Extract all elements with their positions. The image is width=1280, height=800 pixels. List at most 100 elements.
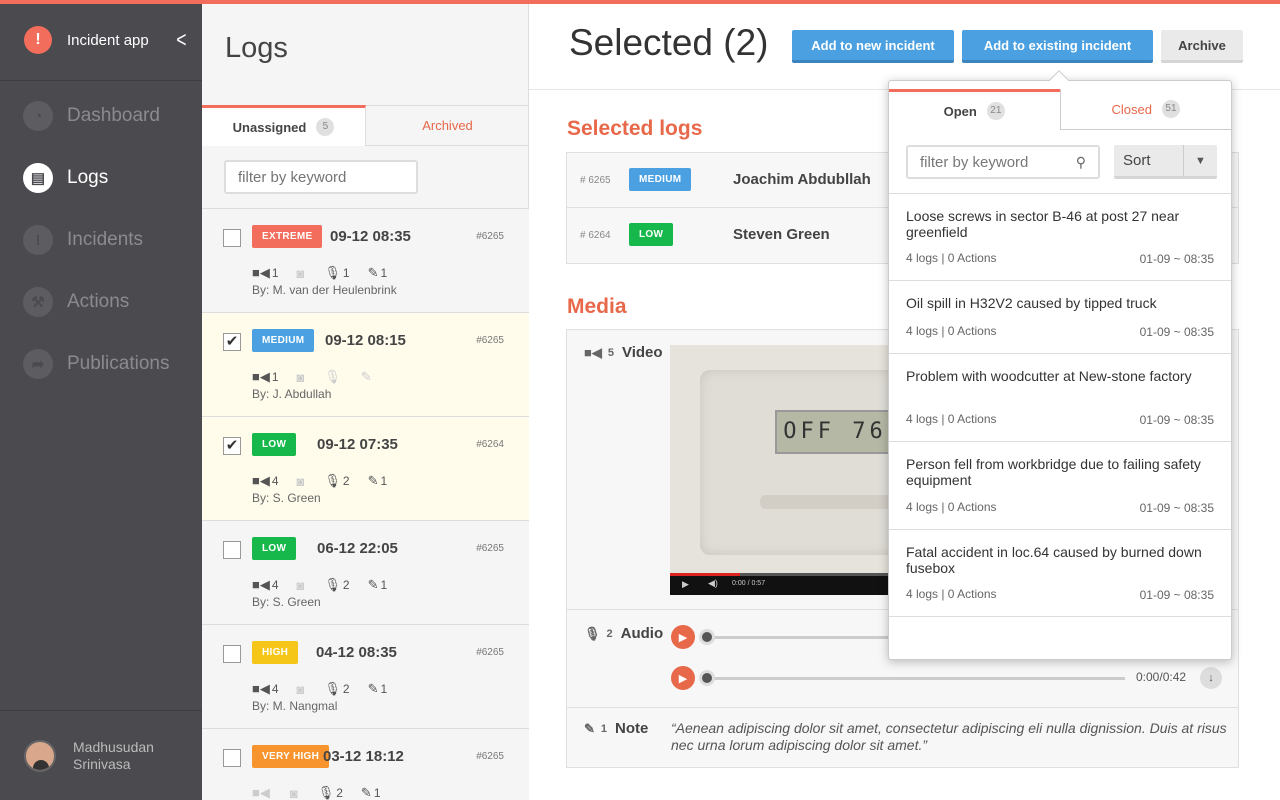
pencil-icon: ✎ (360, 369, 372, 384)
sort-dropdown[interactable]: Sort ▼ (1114, 145, 1217, 179)
incident-item[interactable]: Oil spill in H32V2 caused by tipped truc… (889, 280, 1231, 353)
incident-title: Problem with woodcutter at New-stone fac… (906, 368, 1192, 384)
video-time: 0:00 / 0:57 (732, 580, 766, 587)
log-list-item[interactable]: ✔ MEDIUM 09-12 08:15 #6265 ■◀ 1 ◙ 🎙 ✎ By: J. Abdu… (202, 312, 529, 416)
log-author: By: J. Abdullah (252, 387, 332, 401)
incident-item[interactable]: Fatal accident in loc.64 caused by burne… (889, 529, 1231, 616)
tab-closed[interactable]: Closed 51 (1059, 89, 1231, 130)
incident-stats: 4 logs | 0 Actions (906, 324, 997, 338)
tab-unassigned[interactable]: Unassigned 5 (202, 105, 366, 146)
audio-play-button[interactable]: ▶ (671, 625, 695, 649)
count: 1 (380, 474, 388, 488)
nav-label: Publications (67, 353, 170, 374)
add-to-existing-incident-button[interactable]: Add to existing incident (962, 30, 1153, 63)
video-count: ■◀ 1 (252, 265, 279, 281)
tab-label: Open (943, 103, 977, 119)
nav-item-incidents[interactable]: ! Incidents (0, 209, 202, 271)
log-media-counts: ■◀ 1 ◙ 🎙 1 ✎ 1 (252, 265, 405, 281)
incident-stats: 4 logs | 0 Actions (906, 412, 997, 426)
note-label: ✎ 1 Note (584, 720, 648, 737)
count: 2 (342, 578, 350, 592)
nav-item-actions[interactable]: ⚒ Actions (0, 271, 202, 333)
log-checkbox[interactable] (223, 645, 241, 663)
dashboard-icon: ◔ (23, 101, 53, 131)
sort-label: Sort (1123, 152, 1151, 169)
log-list-item[interactable]: HIGH 04-12 08:35 #6265 ■◀ 4 ◙ 🎙 2 ✎ 1 By: M. Nangm… (202, 624, 529, 728)
search-placeholder: filter by keyword (920, 153, 1029, 171)
nav-item-logs[interactable]: ▤ Logs (0, 147, 202, 209)
count: 1 (342, 266, 350, 280)
log-checkbox[interactable]: ✔ (223, 333, 241, 351)
user-profile[interactable]: Madhusudan Srinivasa (0, 710, 202, 800)
note-count: ✎ 1 (368, 577, 388, 593)
audio-count: 🎙 2 (324, 681, 349, 697)
video-controls: ▶ ◀) 0:00 / 0:57 (670, 573, 910, 595)
log-list-item[interactable]: VERY HIGH 03-12 18:12 #6265 ■◀ ◙ 🎙 2 ✎ 1 (202, 728, 529, 800)
log-checkbox[interactable] (223, 749, 241, 767)
logs-filter-input[interactable] (224, 160, 418, 194)
tab-archived[interactable]: Archived (366, 105, 529, 146)
collapse-sidebar-icon[interactable]: < (176, 27, 186, 53)
audio-track[interactable] (705, 677, 1125, 680)
severity-badge: LOW (252, 537, 297, 560)
tab-open[interactable]: Open 21 (889, 89, 1060, 130)
log-list-item[interactable]: ✔ LOW 09-12 07:35 #6264 ■◀ 4 ◙ 🎙 2 ✎ 1 By: S. Green (202, 416, 529, 520)
log-media-counts: ■◀ 1 ◙ 🎙 ✎ (252, 369, 392, 385)
count: 4 (271, 578, 279, 592)
photo-count: ◙ (290, 786, 300, 800)
audio-play-button[interactable]: ▶ (671, 666, 695, 690)
note-count: ✎ 1 (368, 473, 388, 489)
note-label-text: Note (615, 720, 649, 737)
exclamation-icon: ! (23, 225, 53, 255)
log-list-item[interactable]: LOW 06-12 22:05 #6265 ■◀ 4 ◙ 🎙 2 ✎ 1 By: S. Green (202, 520, 529, 624)
log-checkbox[interactable] (223, 541, 241, 559)
camera-icon: ◙ (289, 785, 298, 800)
play-icon[interactable]: ▶ (682, 579, 689, 590)
nav-item-dashboard[interactable]: ◔ Dashboard (0, 85, 202, 147)
pencil-icon: ✎ (367, 681, 379, 696)
count-badge: 5 (316, 118, 335, 136)
chevron-down-icon: ▼ (1183, 145, 1217, 176)
download-icon[interactable]: ↓ (1200, 667, 1222, 689)
video-count: ■◀ 4 (252, 577, 279, 593)
log-checkbox[interactable] (223, 229, 241, 247)
log-list: EXTREME 09-12 08:35 #6265 ■◀ 1 ◙ 🎙 1 ✎ 1 By: M. va… (202, 208, 529, 800)
audio-scrubber[interactable] (699, 670, 715, 686)
log-checkbox[interactable]: ✔ (223, 437, 241, 455)
nav-label: Actions (67, 291, 130, 312)
avatar (24, 739, 56, 772)
incident-item[interactable]: Loose screws in sector B-46 at post 27 n… (889, 193, 1231, 280)
count-badge: 21 (986, 102, 1005, 120)
volume-icon[interactable]: ◀) (708, 578, 718, 589)
video-progress[interactable] (670, 573, 910, 576)
video-player[interactable]: OFF 76 ▶ ◀) 0:00 / 0:57 (670, 345, 910, 595)
note-text: “Aenean adipiscing dolor sit amet, conse… (671, 720, 1227, 753)
add-to-new-incident-button[interactable]: Add to new incident (792, 30, 954, 63)
audio-scrubber[interactable] (699, 629, 715, 645)
video-count: ■◀ 4 (252, 681, 279, 697)
search-icon: ⚲ (1075, 153, 1086, 170)
incident-list: Loose screws in sector B-46 at post 27 n… (889, 193, 1231, 617)
log-author: By: M. Nangmal (252, 699, 338, 713)
log-list-item[interactable]: EXTREME 09-12 08:35 #6265 ■◀ 1 ◙ 🎙 1 ✎ 1 By: M. va… (202, 208, 529, 312)
incident-item[interactable]: Person fell from workbridge due to faili… (889, 441, 1231, 529)
log-media-counts: ■◀ 4 ◙ 🎙 2 ✎ 1 (252, 473, 405, 489)
log-id: #6264 (476, 439, 504, 450)
nav-item-publications[interactable]: ➦ Publications (0, 333, 202, 395)
log-author: By: S. Green (252, 491, 321, 505)
incident-stats: 4 logs | 0 Actions (906, 500, 997, 514)
count: 1 (373, 786, 381, 800)
share-icon: ➦ (23, 349, 53, 379)
log-id: # 6264 (580, 230, 611, 241)
incident-search-input[interactable]: filter by keyword ⚲ (906, 145, 1100, 179)
incident-item[interactable]: Problem with woodcutter at New-stone fac… (889, 353, 1231, 441)
log-author: By: S. Green (252, 595, 321, 609)
log-id: # 6265 (580, 175, 611, 186)
microphone-icon: 🎙 (324, 473, 341, 488)
photo-count: ◙ (297, 682, 307, 697)
pencil-icon: ✎ (367, 473, 379, 488)
archive-button[interactable]: Archive (1161, 30, 1243, 63)
log-id: #6265 (476, 231, 504, 242)
video-label-text: Video (621, 344, 663, 361)
media-title: Media (567, 295, 627, 318)
